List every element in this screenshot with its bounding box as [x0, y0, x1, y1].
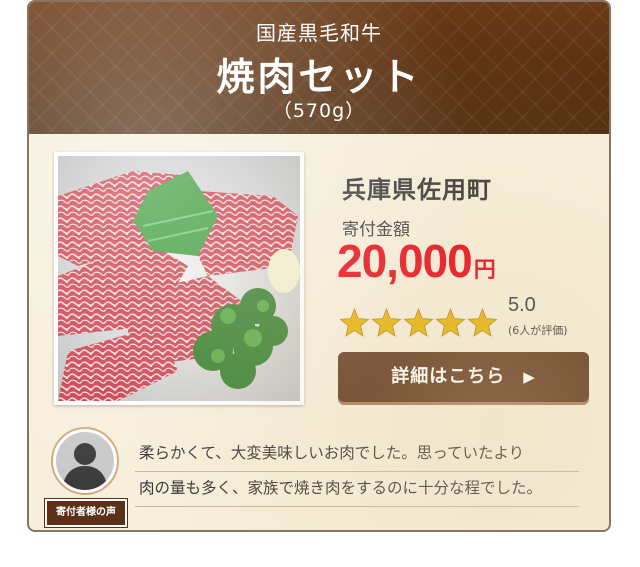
star-icon — [403, 308, 434, 337]
product-photo[interactable] — [54, 152, 304, 405]
detail-button[interactable]: 詳細はこちら ▶ — [338, 352, 589, 402]
review-text: 柔らかくて、大変美味しいお肉でした。思っていたより 肉の量も多く、家族で焼き肉を… — [135, 437, 579, 507]
person-silhouette-icon — [53, 429, 117, 493]
star-rating — [339, 308, 499, 338]
header-subtitle: 国産黒毛和牛 — [256, 21, 382, 45]
review-line: 肉の量も多く、家族で焼き肉をするのに十分な程でした。 — [135, 472, 579, 507]
product-card: 国産黒毛和牛 焼肉セット （570g） 兵庫県佐用町 寄付金額 20,000円 … — [27, 0, 611, 532]
price: 20,000円 — [337, 234, 496, 288]
town-name: 兵庫県佐用町 — [342, 176, 492, 204]
header-weight: （570g） — [272, 100, 366, 122]
star-icon — [339, 308, 370, 337]
header-title: 焼肉セット — [216, 54, 422, 99]
rating-value: 5.0 — [508, 294, 536, 316]
play-arrow-icon: ▶ — [523, 368, 536, 386]
card-header: 国産黒毛和牛 焼肉セット （570g） — [29, 2, 609, 134]
rating-count: (6人が評価) — [508, 324, 568, 337]
review-line: 柔らかくて、大変美味しいお肉でした。思っていたより — [135, 437, 579, 472]
beef-image — [58, 156, 300, 401]
price-unit: 円 — [473, 258, 496, 283]
star-icon — [371, 308, 402, 337]
detail-button-label: 詳細はこちら — [391, 366, 506, 387]
star-icon — [467, 308, 498, 337]
price-amount: 20,000 — [337, 235, 473, 287]
voice-badge: 寄付者様の声 — [45, 499, 127, 527]
star-icon — [435, 308, 466, 337]
